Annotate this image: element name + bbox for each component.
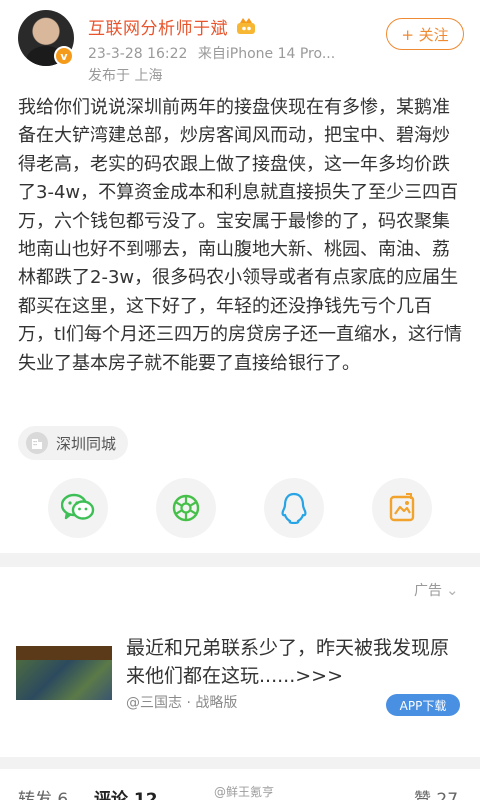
ad-label: 广告 bbox=[414, 583, 442, 599]
repost-tab[interactable]: 转发 6 bbox=[18, 785, 68, 800]
section-divider bbox=[0, 553, 480, 567]
share-row bbox=[0, 478, 480, 538]
follow-button[interactable]: + 关注 bbox=[386, 18, 464, 50]
post-location: 发布于 上海 bbox=[88, 68, 163, 84]
topic-label: 深圳同城 bbox=[56, 434, 117, 453]
ad-dismiss-icon[interactable]: ⌄ bbox=[446, 581, 459, 599]
qq-icon bbox=[281, 492, 307, 524]
ad-thumbnail[interactable] bbox=[16, 646, 112, 700]
app-download-button[interactable]: APP下载 bbox=[386, 694, 460, 716]
ad-thumbnail-banner bbox=[16, 646, 112, 660]
likes-tab[interactable]: 赞 27 bbox=[414, 785, 458, 800]
post-body: 我给你们说说深圳前两年的接盘侠现在有多惨，某鹅准备在大铲湾建总部，炒房客闻风而动… bbox=[18, 97, 463, 374]
action-bar: 转发 6 评论 12 @鲜王氪亨 赞 27 bbox=[0, 769, 480, 800]
wechat-icon bbox=[61, 493, 95, 520]
vip-crown-icon bbox=[237, 18, 255, 34]
ad-label-group: 广告 ⌄ bbox=[414, 580, 459, 600]
section-divider-bottom bbox=[0, 757, 480, 769]
post-source: 来自iPhone 14 Pro... bbox=[197, 46, 336, 62]
share-moments-button[interactable] bbox=[156, 478, 216, 538]
post-timestamp: 23-3-28 16:22 bbox=[88, 46, 188, 62]
author-name[interactable]: 互联网分析师于斌 bbox=[88, 14, 228, 39]
verified-badge: v bbox=[54, 46, 74, 66]
ad-headline[interactable]: 最近和兄弟联系少了，昨天被我发现原来他们都在这玩......>>> bbox=[126, 634, 466, 690]
gallery-icon bbox=[389, 493, 415, 522]
topic-tag[interactable]: 深圳同城 bbox=[18, 426, 129, 460]
ad-thumbnail-scene bbox=[16, 660, 112, 700]
post-meta: 23-3-28 16:22 来自iPhone 14 Pro... bbox=[88, 43, 335, 63]
comments-tab[interactable]: 评论 12 bbox=[94, 785, 158, 800]
watermark: @鲜王氪亨 bbox=[214, 785, 275, 799]
share-gallery-button[interactable] bbox=[372, 478, 432, 538]
share-qq-button[interactable] bbox=[264, 478, 324, 538]
moments-icon bbox=[172, 494, 200, 522]
post-header: v 互联网分析师于斌 23-3-28 16:22 来自iPhone 14 Pro… bbox=[0, 0, 480, 92]
ad-source: @三国志 · 战略版 bbox=[126, 695, 238, 711]
building-icon bbox=[26, 432, 48, 454]
share-wechat-button[interactable] bbox=[48, 478, 108, 538]
